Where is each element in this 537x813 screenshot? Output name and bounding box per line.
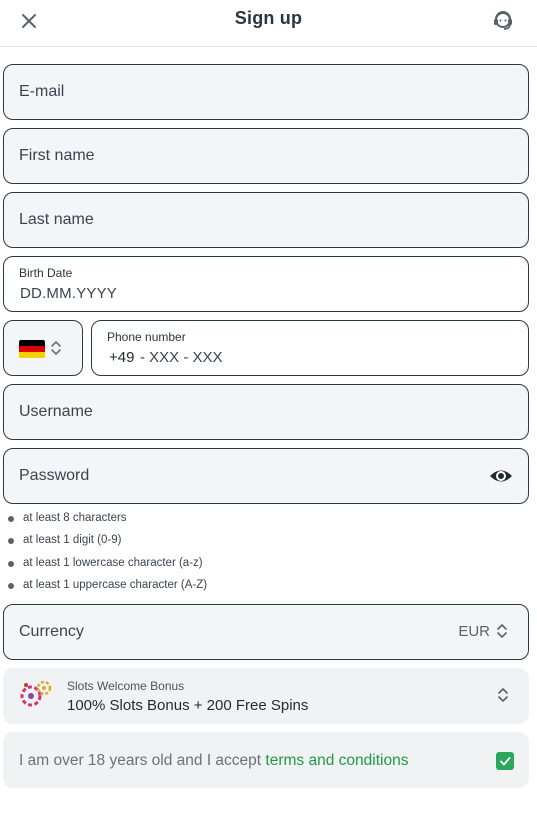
bullet-icon	[8, 582, 14, 589]
header: Sign up	[0, 0, 537, 47]
password-rule: at least 1 digit (0-9)	[7, 534, 207, 556]
germany-flag-icon	[19, 340, 45, 358]
birth-date-label: Birth Date	[19, 266, 73, 280]
last-name-placeholder: Last name	[19, 211, 94, 228]
bonus-title: Slots Welcome Bonus	[67, 679, 185, 693]
headset-icon	[494, 11, 512, 30]
phone-country-code: +49	[109, 349, 135, 366]
chevron-up-down-icon	[51, 341, 61, 355]
password-rule: at least 1 uppercase character (A-Z)	[7, 579, 207, 601]
country-code-select[interactable]	[3, 320, 83, 376]
bonus-select[interactable]: Slots Welcome Bonus 100% Slots Bonus + 2…	[3, 668, 529, 724]
page-title: Sign up	[234, 8, 303, 28]
slots-bonus-icon	[20, 680, 52, 707]
terms-text: I am over 18 years old and I accept term…	[19, 752, 409, 769]
currency-value: EUR	[458, 623, 490, 640]
bullet-icon	[8, 560, 14, 567]
phone-label: Phone number	[107, 330, 186, 344]
username-field[interactable]: Username	[3, 384, 529, 440]
phone-mask: - XXX - XXX	[140, 349, 223, 366]
birth-date-field[interactable]: Birth Date DD.MM.YYYY	[3, 256, 529, 312]
eye-icon[interactable]	[488, 464, 514, 488]
currency-select[interactable]: Currency EUR	[3, 604, 529, 660]
birth-date-placeholder: DD.MM.YYYY	[20, 285, 118, 302]
first-name-placeholder: First name	[19, 147, 95, 164]
username-placeholder: Username	[19, 403, 93, 420]
chevron-up-down-icon	[497, 624, 507, 638]
password-field[interactable]: Password	[3, 448, 529, 504]
password-rule: at least 8 characters	[7, 512, 207, 534]
terms-checkbox[interactable]	[496, 752, 514, 770]
email-placeholder: E-mail	[19, 83, 65, 100]
bullet-icon	[8, 516, 14, 522]
first-name-field[interactable]: First name	[3, 128, 529, 184]
chevron-up-down-icon	[498, 688, 508, 702]
bullet-icon	[8, 538, 14, 545]
password-rule: at least 1 lowercase character (a-z)	[7, 557, 207, 579]
currency-label: Currency	[19, 623, 84, 640]
bonus-value: 100% Slots Bonus + 200 Free Spins	[67, 697, 309, 714]
terms-row: I am over 18 years old and I accept term…	[3, 732, 529, 788]
email-field[interactable]: E-mail	[3, 64, 529, 120]
password-placeholder: Password	[19, 467, 90, 484]
last-name-field[interactable]: Last name	[3, 192, 529, 248]
password-rules: at least 8 characters at least 1 digit (…	[7, 512, 207, 601]
support-button[interactable]	[489, 6, 517, 34]
phone-field[interactable]: Phone number +49 - XXX - XXX	[91, 320, 529, 376]
checkmark-icon	[500, 757, 511, 766]
terms-link[interactable]: terms and conditions	[265, 752, 408, 769]
